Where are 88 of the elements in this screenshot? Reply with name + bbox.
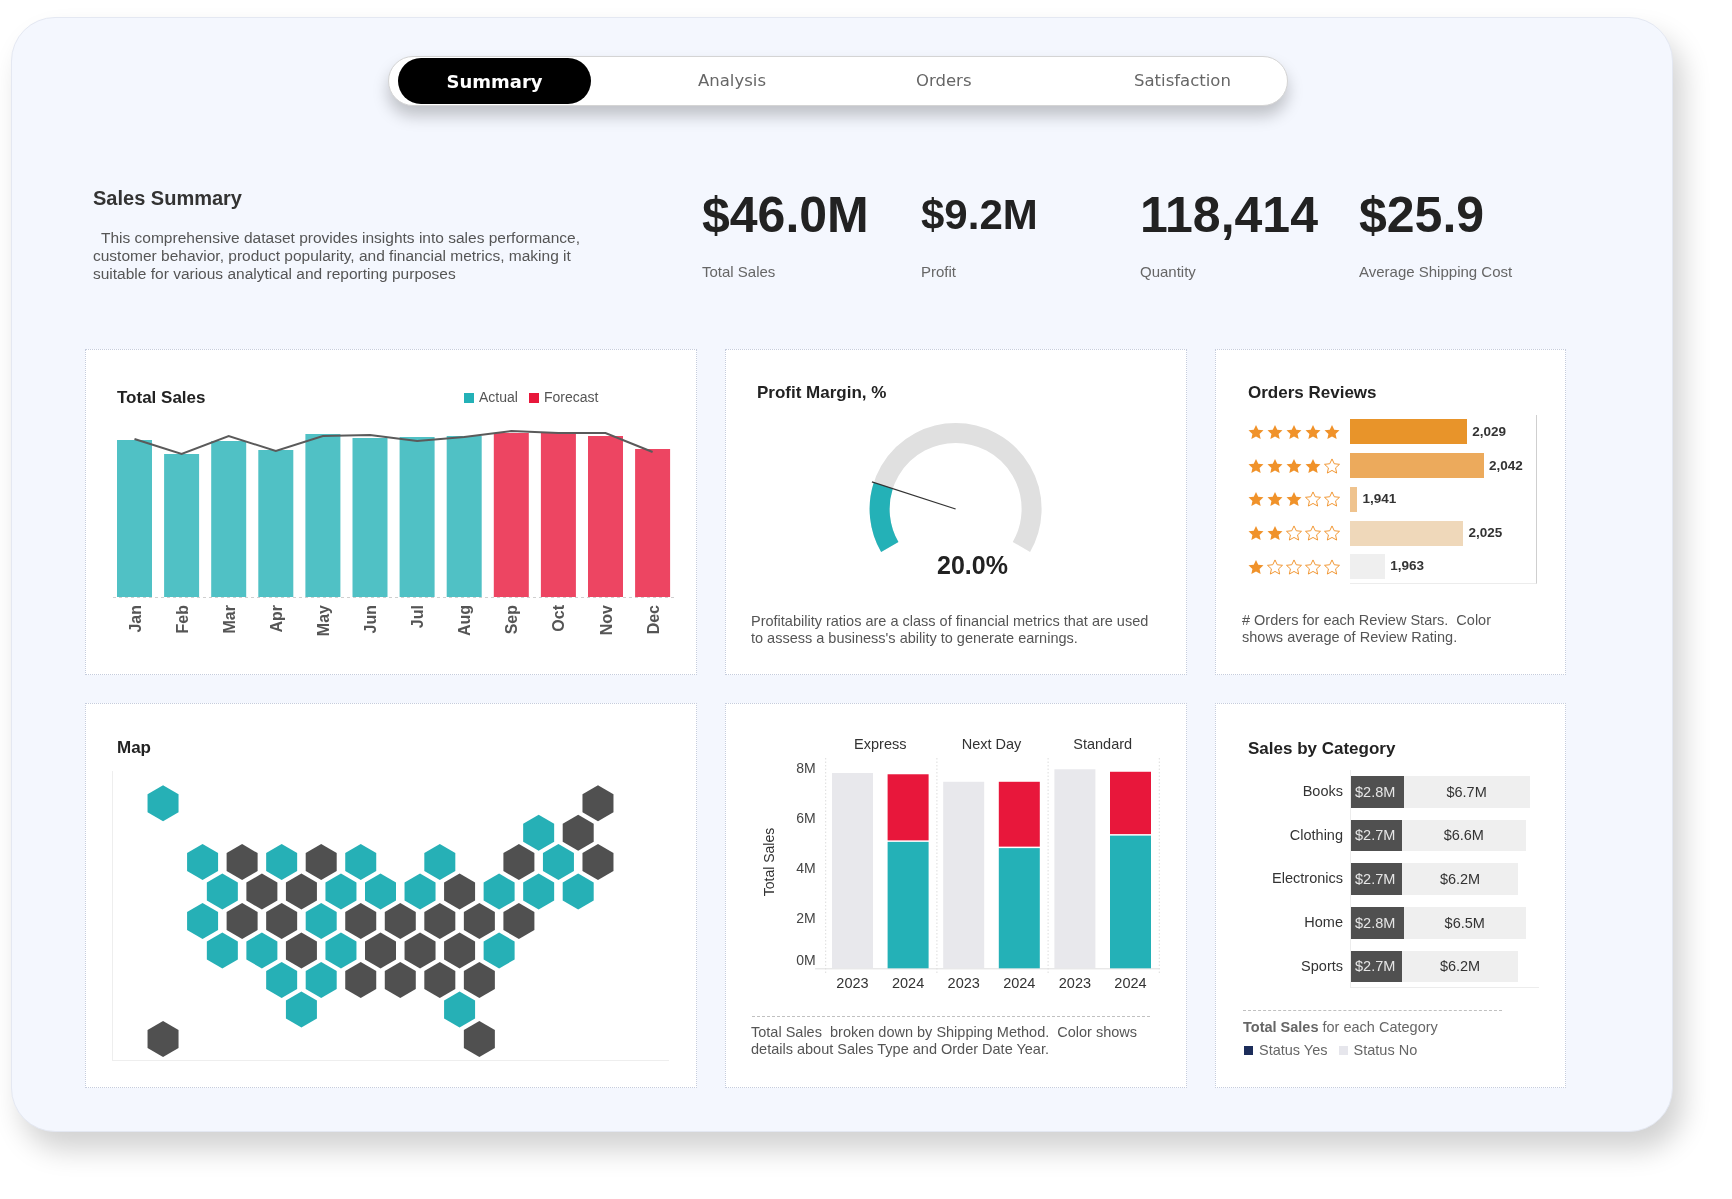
card-description: # Orders for each Review Stars. Color shows average of Review Rating. (1242, 611, 1492, 646)
category-label: Clothing (1289, 825, 1343, 845)
facet-label: Next Day (961, 736, 1022, 752)
star-outline-icon (1286, 558, 1302, 575)
star-icon (1305, 457, 1321, 474)
month-label: Aug (456, 605, 474, 637)
star-outline-icon (1324, 491, 1340, 508)
star-icon (1267, 423, 1283, 440)
star-outline-icon (1324, 558, 1340, 575)
star-icon (1324, 423, 1340, 440)
bar-value: 1,963 (1390, 557, 1425, 576)
month-label: Sep (503, 605, 521, 635)
star-icon (1267, 525, 1283, 542)
card-title: Profit Margin, % (757, 383, 887, 403)
value-label: $6.5M (1444, 915, 1485, 931)
card-title: Orders Reviews (1248, 383, 1377, 403)
legend-label: Status Yes (1259, 1041, 1328, 1059)
value-label: $2.7M (1355, 828, 1396, 843)
star-icon (1248, 525, 1264, 542)
kpi-value: $46.0M (702, 189, 869, 240)
card-title: Map (117, 738, 151, 758)
facet-label: Standard (1073, 736, 1133, 752)
star-icon (1248, 491, 1264, 508)
section-title: Sales Summary (93, 186, 242, 210)
kpi-label: Average Shipping Cost (1359, 263, 1513, 281)
card-title: Sales by Category (1248, 739, 1396, 759)
category-label: Home (1304, 913, 1343, 933)
star-outline-icon (1286, 525, 1302, 542)
value-label: $6.2M (1439, 871, 1481, 887)
value-label: $6.2M (1439, 959, 1481, 974)
tab[interactable]: Analysis (694, 68, 770, 94)
kpi-value: $9.2M (921, 193, 1038, 236)
tab[interactable]: Summary (398, 58, 591, 104)
kpi-value: $25.9 (1359, 189, 1485, 240)
star-icon (1267, 457, 1283, 474)
value-label: $2.7M (1355, 871, 1396, 887)
month-label: Jun (362, 605, 379, 634)
value-label: $2.8M (1355, 915, 1396, 931)
star-outline-icon (1267, 558, 1283, 575)
star-icon (1286, 457, 1302, 474)
section-description: This comprehensive dataset provides insights into sales performance, customer behavior, product popularity, and financial metrics, making it suitable for various analytical and reporting purposes (93, 229, 582, 283)
legend-label: Status No (1353, 1041, 1418, 1059)
star-icon (1267, 491, 1283, 508)
card-title: Total Sales (117, 387, 206, 408)
star-icon (1286, 491, 1302, 508)
month-label: Jan (126, 605, 144, 633)
bar-value: 1,941 (1362, 490, 1397, 509)
category-label: Books (1302, 781, 1343, 801)
value-label: $6.7M (1446, 784, 1487, 800)
kpi-label: Quantity (1140, 263, 1196, 281)
star-icon (1305, 423, 1321, 440)
legend-label: Forecast (543, 388, 599, 407)
star-outline-icon (1324, 457, 1340, 474)
star-outline-icon (1324, 525, 1340, 542)
kpi-value: 118,414 (1140, 189, 1318, 240)
month-label: Feb (173, 605, 191, 634)
bar-value: 2,042 (1488, 456, 1523, 475)
star-outline-icon (1305, 491, 1321, 508)
star-outline-icon (1305, 525, 1321, 542)
kpi-label: Profit (921, 263, 956, 281)
chart-caption: Total Sales for each Category (1243, 1018, 1438, 1036)
star-outline-icon (1305, 558, 1321, 575)
facet-label: Express (854, 736, 907, 752)
gauge-reading: 20.0% (937, 553, 1008, 578)
card-description: Profitability ratios are a class of financial metrics that are used to assess a business's ability to generate earnings. (751, 613, 1150, 647)
month-label: May (314, 605, 332, 637)
kpi-label: Total Sales (702, 263, 776, 281)
star-icon (1248, 558, 1264, 575)
category-label: Sports (1301, 956, 1343, 976)
category-label: Electronics (1272, 869, 1343, 889)
month-label: Dec (644, 605, 662, 635)
card-description: Total Sales broken down by Shipping Method. Color shows details about Sales Type and Order Date Year. (751, 1024, 1139, 1058)
value-label: $6.6M (1443, 828, 1484, 843)
star-icon (1286, 423, 1302, 440)
value-label: $2.7M (1355, 959, 1396, 974)
star-icon (1248, 423, 1264, 440)
month-label: Apr (267, 605, 285, 633)
legend-label: Actual (479, 388, 518, 407)
month-label: Jul (409, 605, 427, 629)
month-label: Mar (220, 605, 238, 634)
month-label: Oct (550, 605, 568, 632)
bar-value: 2,025 (1468, 524, 1503, 542)
tab[interactable]: Satisfaction (1130, 68, 1235, 94)
star-icon (1248, 457, 1264, 474)
bar-value: 2,029 (1472, 422, 1506, 441)
month-label: Nov (597, 605, 615, 636)
tab[interactable]: Orders (912, 68, 976, 94)
value-label: $2.8M (1355, 784, 1396, 800)
